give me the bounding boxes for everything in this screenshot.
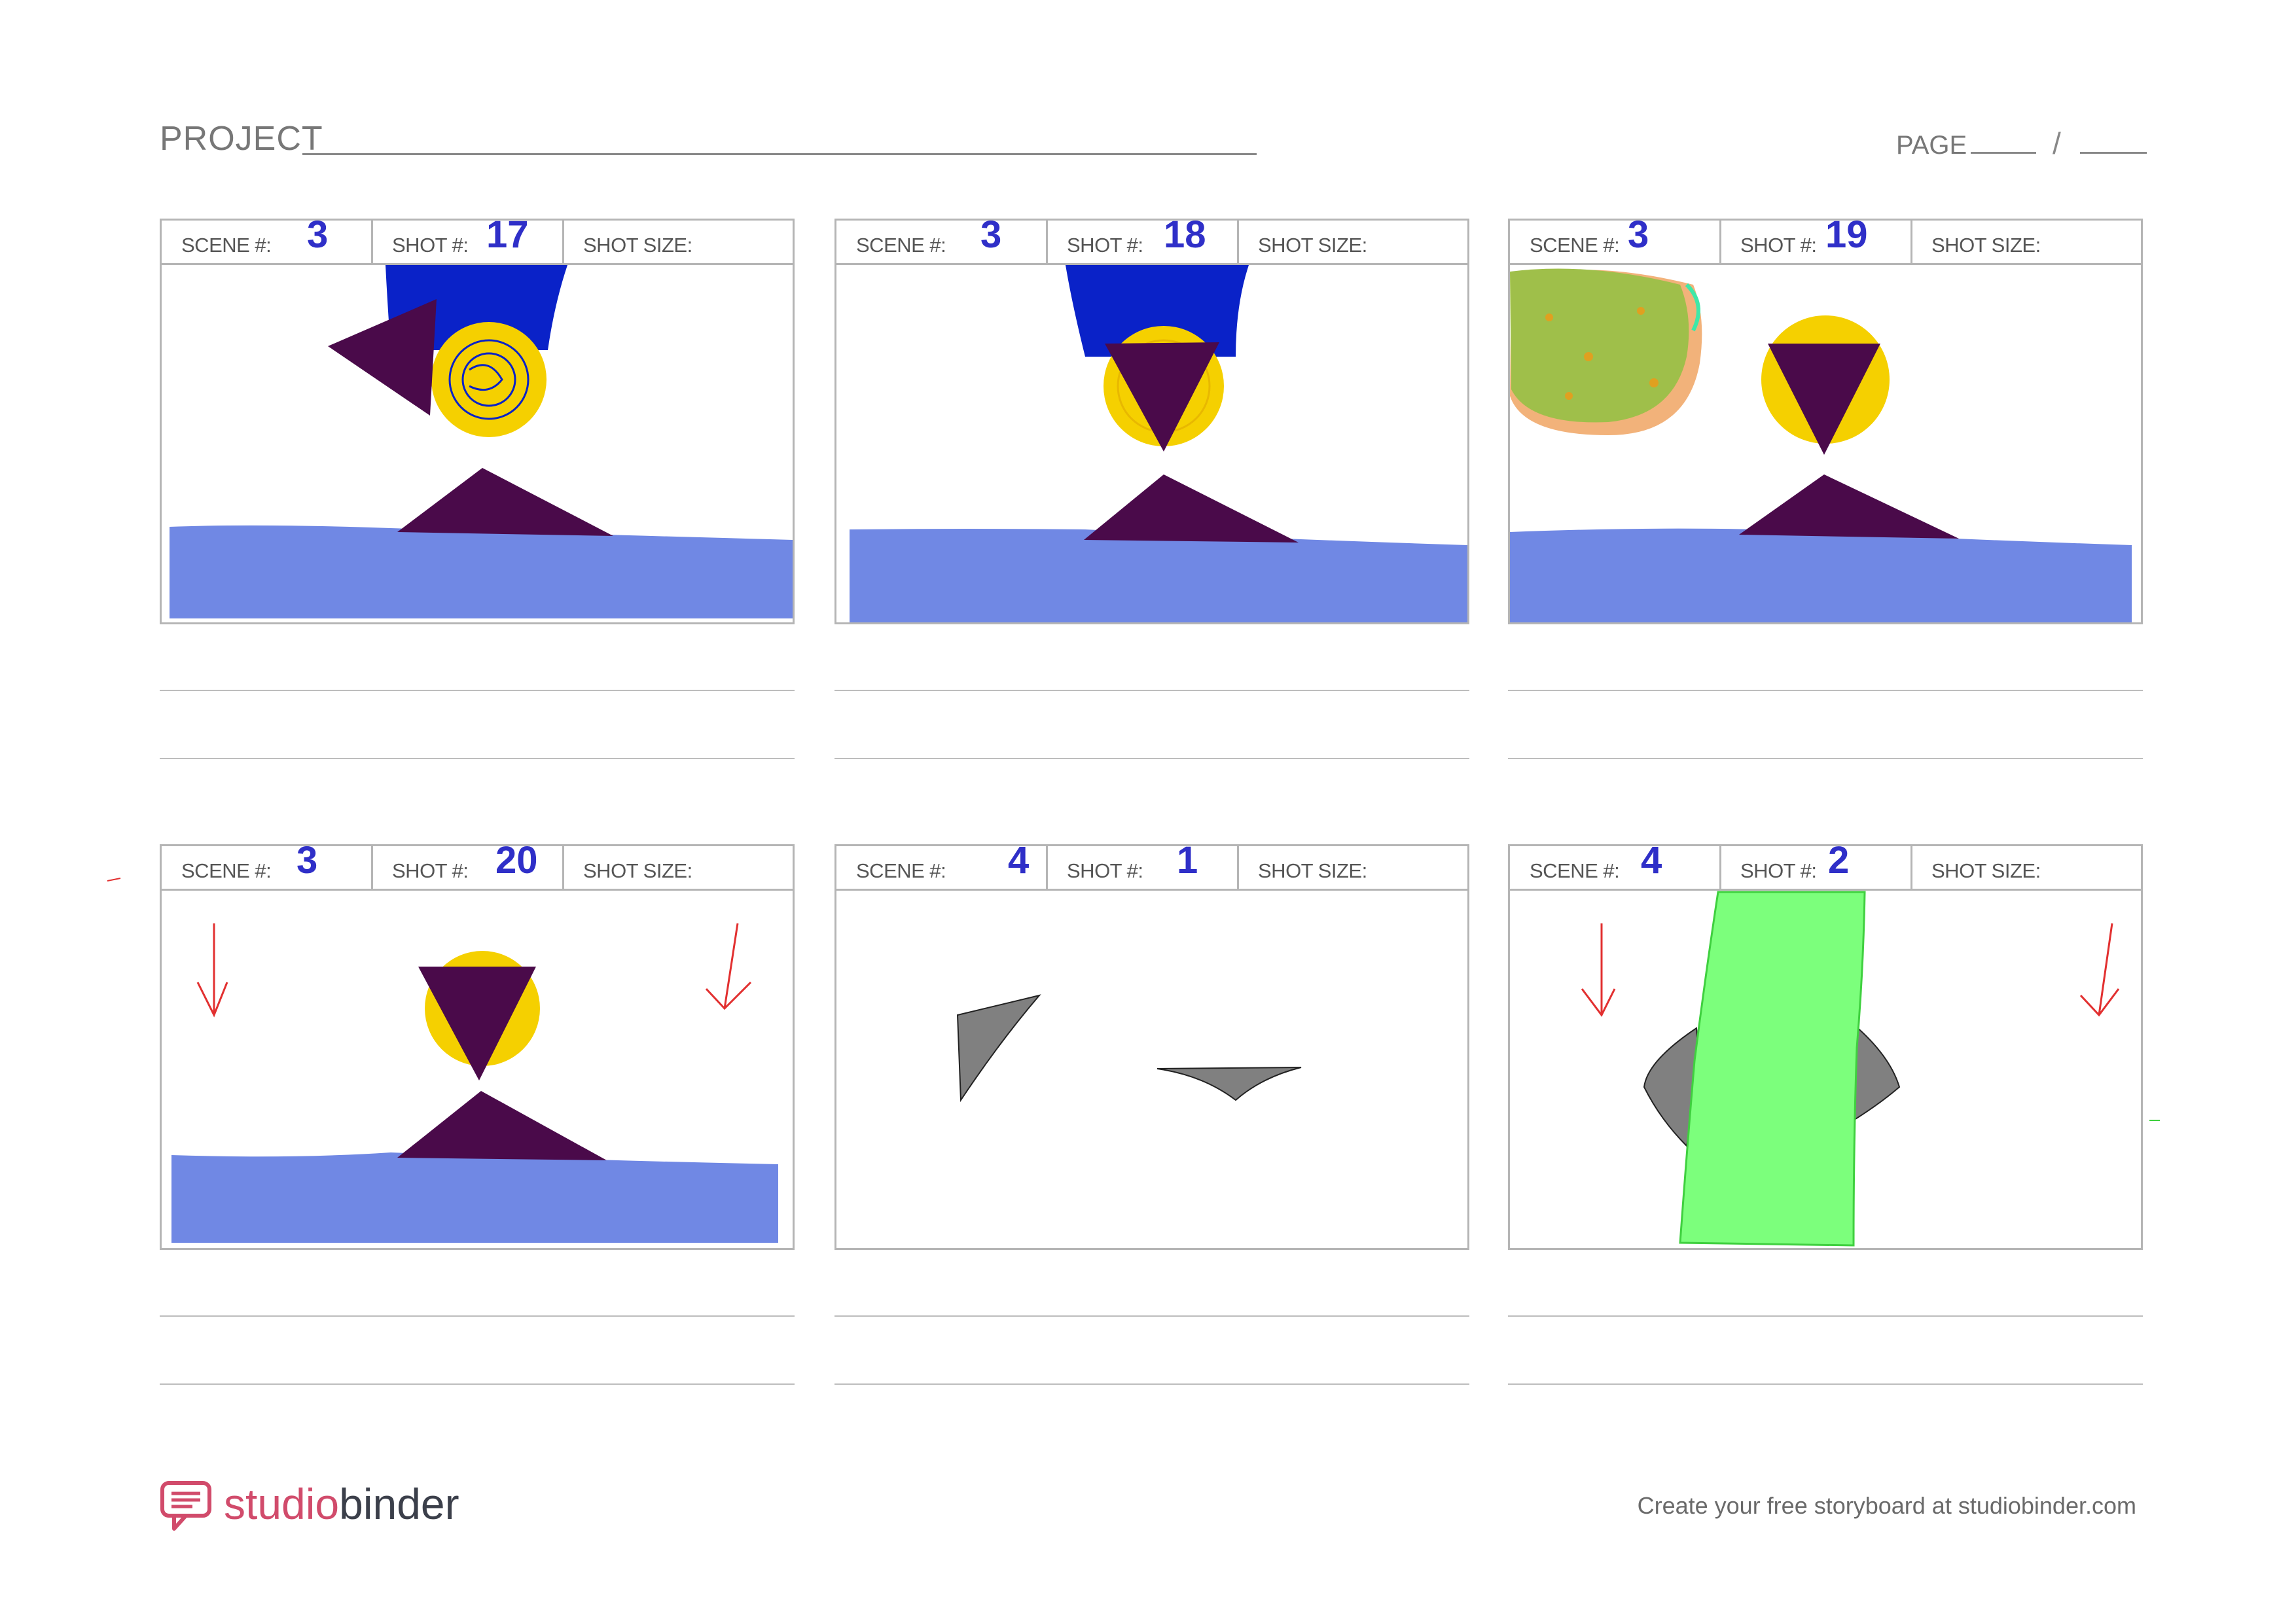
divider xyxy=(371,846,373,889)
scene-label: SCENE #: xyxy=(856,859,946,882)
stray-pen-mark xyxy=(107,878,121,882)
storyboard-panel-1[interactable]: SCENE #: 3 SHOT #: 17 SHOT SIZE: xyxy=(160,213,795,624)
notes-line[interactable] xyxy=(834,690,1469,691)
storyboard-panel-5[interactable]: SCENE #: 4 SHOT #: 1 SHOT SIZE: xyxy=(834,839,1469,1250)
panel-header: SCENE #: 3 SHOT #: 20 SHOT SIZE: xyxy=(162,839,793,891)
scene-number[interactable]: 3 xyxy=(980,213,1001,257)
project-label: PROJECT xyxy=(160,120,323,158)
shot-size-label: SHOT SIZE: xyxy=(1931,234,2041,257)
panel-drawing xyxy=(956,994,1302,1103)
shot-number[interactable]: 20 xyxy=(495,838,538,882)
divider xyxy=(1046,221,1048,263)
panel-header: SCENE #: 3 SHOT #: 18 SHOT SIZE: xyxy=(836,213,1467,265)
notes-line[interactable] xyxy=(834,758,1469,759)
storyboard-panel-2[interactable]: SCENE #: 3 SHOT #: 18 SHOT SIZE: xyxy=(834,213,1469,624)
scene-label: SCENE #: xyxy=(181,234,272,257)
shot-number[interactable]: 17 xyxy=(486,213,529,257)
divider xyxy=(562,221,564,263)
panel-drawing xyxy=(1581,891,2120,1247)
shot-label: SHOT #: xyxy=(1740,859,1817,882)
notes-line[interactable] xyxy=(1508,758,2143,759)
scene-number[interactable]: 3 xyxy=(296,838,317,882)
studiobinder-logo-icon xyxy=(160,1481,211,1531)
notes-line[interactable] xyxy=(160,1315,795,1317)
panel-drawing xyxy=(170,265,793,618)
brand-name-part2: binder xyxy=(339,1480,459,1528)
storyboard-panel-6[interactable]: SCENE #: 4 SHOT #: 2 SHOT SIZE: xyxy=(1508,839,2143,1250)
divider xyxy=(1046,846,1048,889)
page-separator: / xyxy=(2053,126,2061,160)
notes-line[interactable] xyxy=(834,1315,1469,1317)
scene-label: SCENE #: xyxy=(1530,859,1620,882)
scene-number[interactable]: 4 xyxy=(1641,838,1662,882)
notes-line[interactable] xyxy=(1508,1383,2143,1385)
divider xyxy=(1910,221,1912,263)
divider xyxy=(1910,846,1912,889)
scene-number[interactable]: 3 xyxy=(307,213,328,257)
storyboard-panel-3[interactable]: SCENE #: 3 SHOT #: 19 SHOT SIZE: xyxy=(1508,213,2143,624)
scene-number[interactable]: 3 xyxy=(1628,213,1649,257)
shot-number[interactable]: 18 xyxy=(1164,213,1206,257)
divider xyxy=(562,846,564,889)
shot-number[interactable]: 1 xyxy=(1177,838,1198,882)
notes-line[interactable] xyxy=(160,758,795,759)
notes-line[interactable] xyxy=(834,1383,1469,1385)
panel-header: SCENE #: 3 SHOT #: 19 SHOT SIZE: xyxy=(1510,213,2141,265)
shot-size-label: SHOT SIZE: xyxy=(1931,859,2041,882)
page-label: PAGE xyxy=(1896,131,1967,160)
storyboard-panel-4[interactable]: SCENE #: 3 SHOT #: 20 SHOT SIZE: xyxy=(160,839,795,1250)
shot-size-label: SHOT SIZE: xyxy=(1258,234,1367,257)
notes-line[interactable] xyxy=(160,1383,795,1385)
divider xyxy=(371,221,373,263)
shot-number[interactable]: 19 xyxy=(1825,213,1868,257)
divider xyxy=(1237,846,1239,889)
footer-cta[interactable]: Create your free storyboard at studiobin… xyxy=(1638,1492,2136,1520)
notes-line[interactable] xyxy=(160,690,795,691)
shot-label: SHOT #: xyxy=(392,859,469,882)
stray-pen-mark xyxy=(2149,1120,2160,1121)
shot-label: SHOT #: xyxy=(1740,234,1817,257)
scene-label: SCENE #: xyxy=(1530,234,1620,257)
divider xyxy=(1719,846,1721,889)
divider xyxy=(1719,221,1721,263)
brand-name[interactable]: studiobinder xyxy=(224,1479,459,1529)
shot-number[interactable]: 2 xyxy=(1828,838,1849,882)
notes-line[interactable] xyxy=(1508,1315,2143,1317)
page-number-line[interactable] xyxy=(1971,152,2036,154)
panel-header: SCENE #: 4 SHOT #: 1 SHOT SIZE: xyxy=(836,839,1467,891)
scene-label: SCENE #: xyxy=(181,859,272,882)
page-total-line[interactable] xyxy=(2080,152,2147,154)
shot-label: SHOT #: xyxy=(1067,859,1143,882)
panel-header: SCENE #: 4 SHOT #: 2 SHOT SIZE: xyxy=(1510,839,2141,891)
notes-line[interactable] xyxy=(1508,690,2143,691)
scene-label: SCENE #: xyxy=(856,234,946,257)
panel-drawing xyxy=(850,265,1467,622)
shot-size-label: SHOT SIZE: xyxy=(583,234,692,257)
shot-size-label: SHOT SIZE: xyxy=(583,859,692,882)
panel-drawing xyxy=(1510,268,2132,622)
panel-drawing xyxy=(171,923,778,1243)
scene-number[interactable]: 4 xyxy=(1008,838,1029,882)
project-name-line[interactable] xyxy=(302,153,1257,155)
brand-name-part1: studio xyxy=(224,1480,340,1528)
shot-size-label: SHOT SIZE: xyxy=(1258,859,1367,882)
panel-header: SCENE #: 3 SHOT #: 17 SHOT SIZE: xyxy=(162,213,793,265)
shot-label: SHOT #: xyxy=(392,234,469,257)
shot-label: SHOT #: xyxy=(1067,234,1143,257)
divider xyxy=(1237,221,1239,263)
